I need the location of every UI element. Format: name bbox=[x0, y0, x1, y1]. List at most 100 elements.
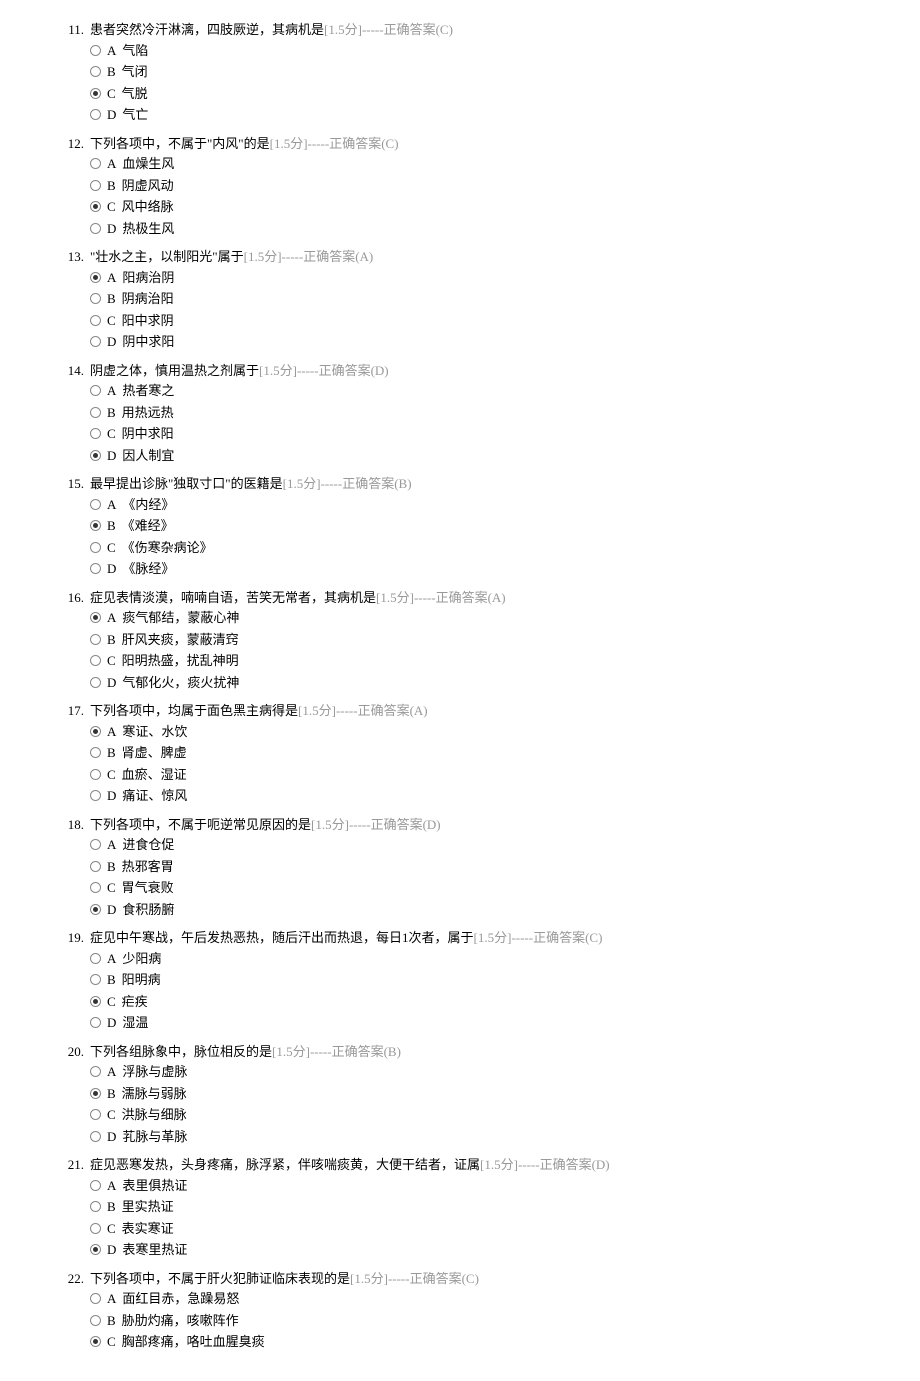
option-row[interactable]: C 阴中求阳 bbox=[90, 423, 880, 445]
option-row[interactable]: D 《脉经》 bbox=[90, 558, 880, 580]
radio-icon[interactable] bbox=[90, 563, 101, 574]
option-text: 因人制宜 bbox=[122, 446, 174, 466]
option-row[interactable]: B 气闭 bbox=[90, 61, 880, 83]
option-row[interactable]: B 热邪客胃 bbox=[90, 856, 880, 878]
radio-icon[interactable] bbox=[90, 1293, 101, 1304]
radio-icon[interactable] bbox=[90, 223, 101, 234]
radio-icon[interactable] bbox=[90, 655, 101, 666]
radio-icon[interactable] bbox=[90, 293, 101, 304]
radio-icon[interactable] bbox=[90, 180, 101, 191]
radio-icon[interactable] bbox=[90, 1180, 101, 1191]
radio-icon[interactable] bbox=[90, 336, 101, 347]
option-row[interactable]: A 浮脉与虚脉 bbox=[90, 1061, 880, 1083]
option-row[interactable]: B 胁肋灼痛，咳嗽阵作 bbox=[90, 1310, 880, 1332]
option-row[interactable]: A 热者寒之 bbox=[90, 380, 880, 402]
option-row[interactable]: C 《伤寒杂病论》 bbox=[90, 537, 880, 559]
radio-icon[interactable] bbox=[90, 996, 101, 1007]
radio-icon[interactable] bbox=[90, 542, 101, 553]
radio-icon[interactable] bbox=[90, 1223, 101, 1234]
radio-icon[interactable] bbox=[90, 428, 101, 439]
option-row[interactable]: A 少阳病 bbox=[90, 948, 880, 970]
option-row[interactable]: D 食积肠腑 bbox=[90, 899, 880, 921]
option-row[interactable]: C 表实寒证 bbox=[90, 1218, 880, 1240]
option-row[interactable]: B 《难经》 bbox=[90, 515, 880, 537]
option-row[interactable]: B 濡脉与弱脉 bbox=[90, 1083, 880, 1105]
option-row[interactable]: C 疟疾 bbox=[90, 991, 880, 1013]
option-row[interactable]: C 洪脉与细脉 bbox=[90, 1104, 880, 1126]
radio-icon[interactable] bbox=[90, 790, 101, 801]
option-row[interactable]: D 芤脉与革脉 bbox=[90, 1126, 880, 1148]
radio-icon[interactable] bbox=[90, 158, 101, 169]
radio-icon[interactable] bbox=[90, 315, 101, 326]
option-row[interactable]: B 用热远热 bbox=[90, 402, 880, 424]
radio-icon[interactable] bbox=[90, 88, 101, 99]
radio-icon[interactable] bbox=[90, 904, 101, 915]
question-text-wrap: 下列各项中，均属于面色黑主病得是[1.5分]-----正确答案(A) bbox=[90, 701, 428, 721]
radio-icon[interactable] bbox=[90, 861, 101, 872]
radio-icon[interactable] bbox=[90, 769, 101, 780]
radio-icon[interactable] bbox=[90, 66, 101, 77]
option-row[interactable]: A 《内经》 bbox=[90, 494, 880, 516]
option-row[interactable]: D 阴中求阳 bbox=[90, 331, 880, 353]
option-letter: D bbox=[107, 219, 116, 239]
option-text: 表实寒证 bbox=[122, 1219, 174, 1239]
radio-icon[interactable] bbox=[90, 634, 101, 645]
option-row[interactable]: C 胃气衰败 bbox=[90, 877, 880, 899]
radio-icon[interactable] bbox=[90, 385, 101, 396]
option-row[interactable]: B 里实热证 bbox=[90, 1196, 880, 1218]
option-row[interactable]: A 气陷 bbox=[90, 40, 880, 62]
option-row[interactable]: C 风中络脉 bbox=[90, 196, 880, 218]
option-row[interactable]: D 热极生风 bbox=[90, 218, 880, 240]
option-row[interactable]: D 湿温 bbox=[90, 1012, 880, 1034]
option-row[interactable]: A 痰气郁结，蒙蔽心神 bbox=[90, 607, 880, 629]
radio-icon[interactable] bbox=[90, 1131, 101, 1142]
option-row[interactable]: B 阴虚风动 bbox=[90, 175, 880, 197]
radio-icon[interactable] bbox=[90, 499, 101, 510]
option-row[interactable]: B 阳明病 bbox=[90, 969, 880, 991]
option-row[interactable]: A 进食仓促 bbox=[90, 834, 880, 856]
radio-icon[interactable] bbox=[90, 747, 101, 758]
option-row[interactable]: D 痛证、惊风 bbox=[90, 785, 880, 807]
option-row[interactable]: A 寒证、水饮 bbox=[90, 721, 880, 743]
radio-icon[interactable] bbox=[90, 1017, 101, 1028]
option-row[interactable]: D 表寒里热证 bbox=[90, 1239, 880, 1261]
radio-icon[interactable] bbox=[90, 612, 101, 623]
radio-icon[interactable] bbox=[90, 726, 101, 737]
radio-icon[interactable] bbox=[90, 520, 101, 531]
option-row[interactable]: C 阳明热盛，扰乱神明 bbox=[90, 650, 880, 672]
radio-icon[interactable] bbox=[90, 1336, 101, 1347]
radio-icon[interactable] bbox=[90, 953, 101, 964]
radio-icon[interactable] bbox=[90, 1315, 101, 1326]
option-row[interactable]: C 血瘀、湿证 bbox=[90, 764, 880, 786]
radio-icon[interactable] bbox=[90, 1109, 101, 1120]
radio-icon[interactable] bbox=[90, 1201, 101, 1212]
radio-icon[interactable] bbox=[90, 1244, 101, 1255]
radio-icon[interactable] bbox=[90, 882, 101, 893]
radio-icon[interactable] bbox=[90, 201, 101, 212]
radio-icon[interactable] bbox=[90, 1088, 101, 1099]
option-row[interactable]: B 肾虚、脾虚 bbox=[90, 742, 880, 764]
option-row[interactable]: D 因人制宜 bbox=[90, 445, 880, 467]
radio-icon[interactable] bbox=[90, 839, 101, 850]
radio-icon[interactable] bbox=[90, 974, 101, 985]
radio-icon[interactable] bbox=[90, 407, 101, 418]
option-row[interactable]: C 气脱 bbox=[90, 83, 880, 105]
option-row[interactable]: A 血燥生风 bbox=[90, 153, 880, 175]
question-header: 18.下列各项中，不属于呃逆常见原因的是[1.5分]-----正确答案(D) bbox=[56, 815, 880, 835]
radio-icon[interactable] bbox=[90, 272, 101, 283]
radio-icon[interactable] bbox=[90, 450, 101, 461]
radio-icon[interactable] bbox=[90, 677, 101, 688]
option-row[interactable]: D 气郁化火，痰火扰神 bbox=[90, 672, 880, 694]
radio-icon[interactable] bbox=[90, 45, 101, 56]
option-row[interactable]: B 肝风夹痰，蒙蔽清窍 bbox=[90, 629, 880, 651]
option-row[interactable]: B 阴病治阳 bbox=[90, 288, 880, 310]
radio-icon[interactable] bbox=[90, 109, 101, 120]
radio-icon[interactable] bbox=[90, 1066, 101, 1077]
option-row[interactable]: D 气亡 bbox=[90, 104, 880, 126]
option-row[interactable]: C 胸部疼痛，咯吐血腥臭痰 bbox=[90, 1331, 880, 1353]
option-row[interactable]: A 阳病治阴 bbox=[90, 267, 880, 289]
option-row[interactable]: A 表里俱热证 bbox=[90, 1175, 880, 1197]
options-group: A 热者寒之B 用热远热C 阴中求阳D 因人制宜 bbox=[90, 380, 880, 466]
option-row[interactable]: A 面红目赤，急躁易怒 bbox=[90, 1288, 880, 1310]
option-row[interactable]: C 阳中求阴 bbox=[90, 310, 880, 332]
